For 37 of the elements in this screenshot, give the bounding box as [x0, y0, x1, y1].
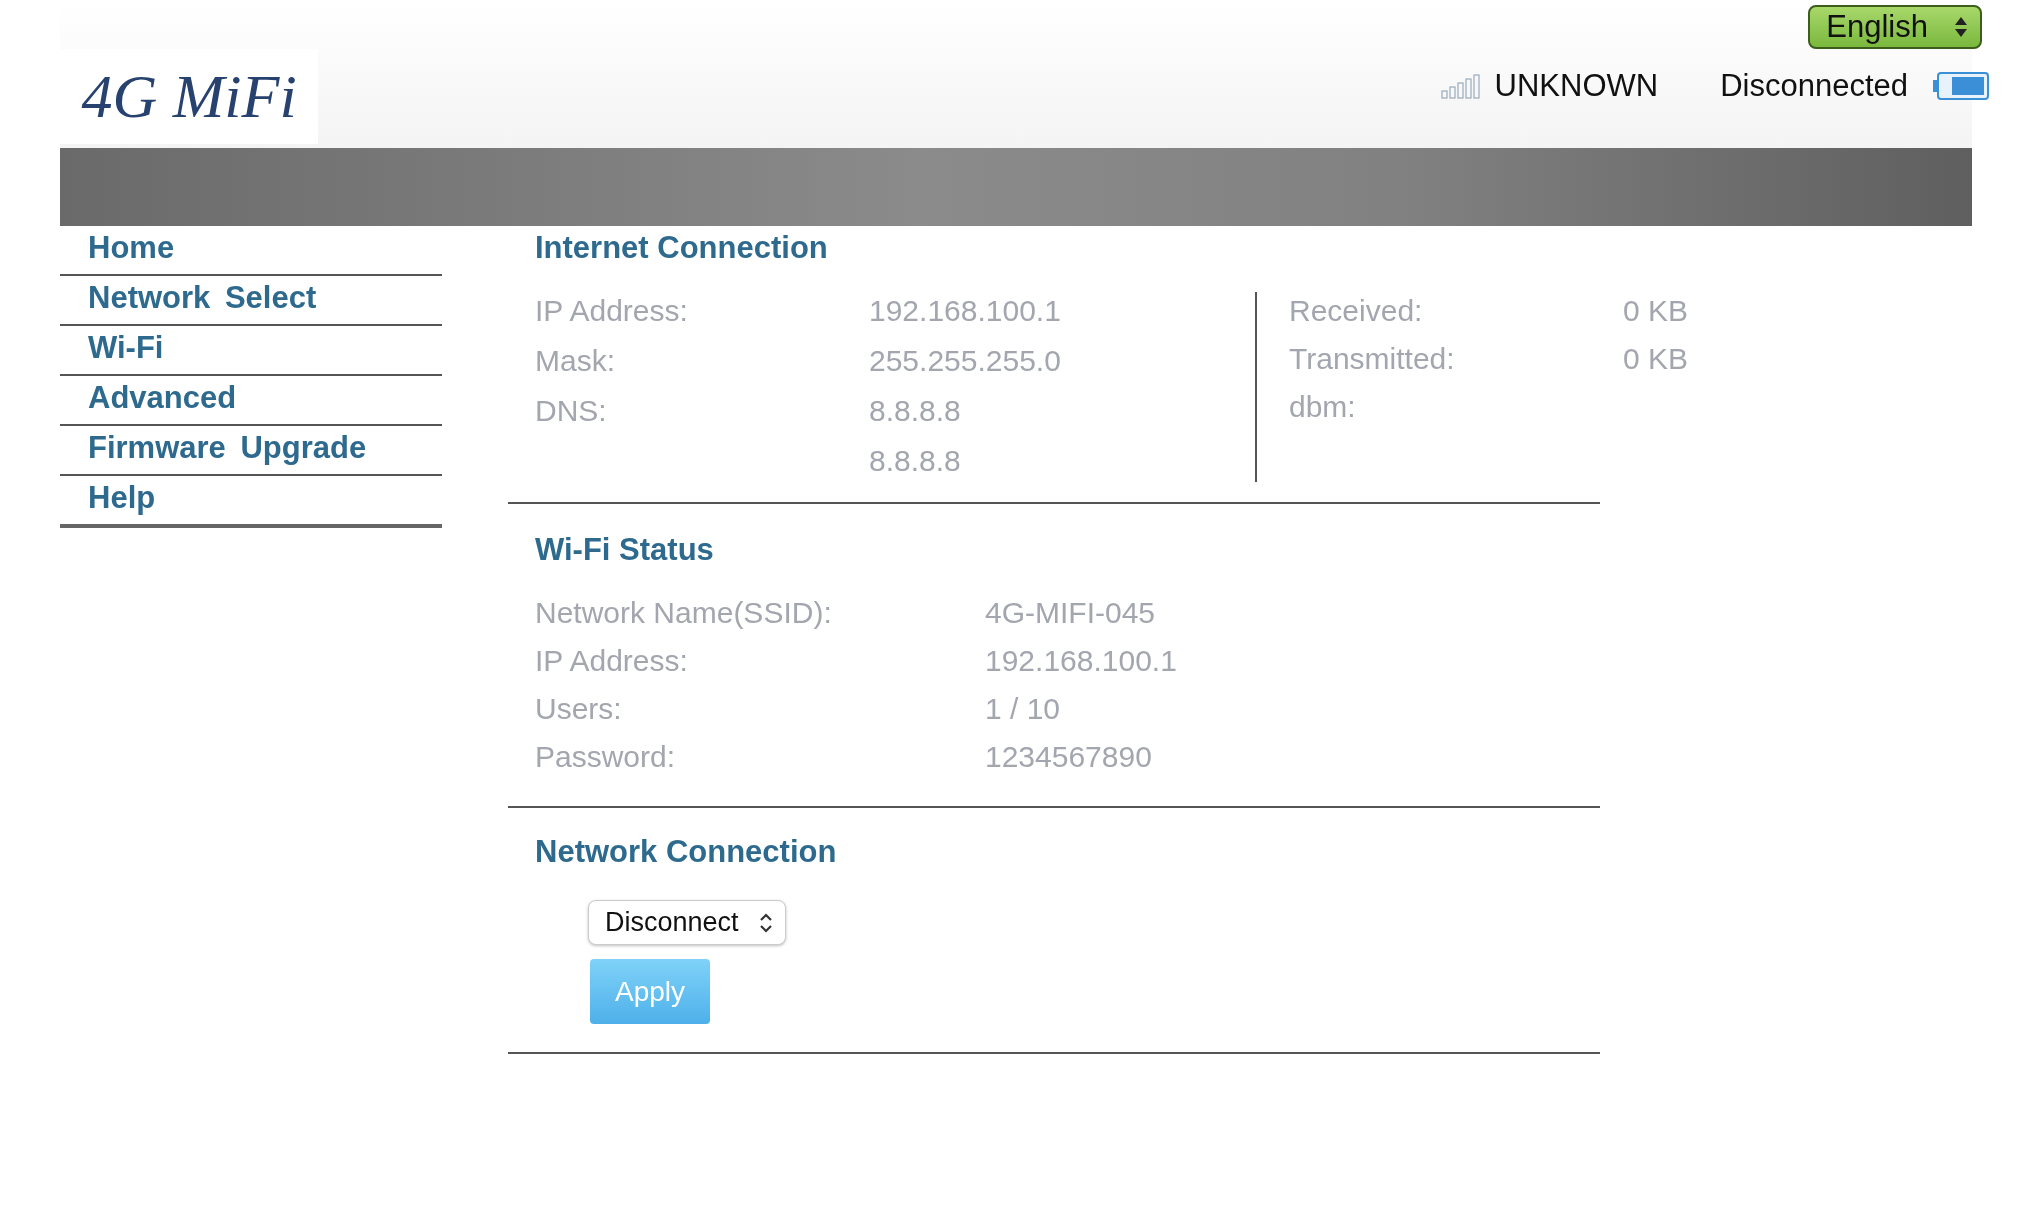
field-label: DNS: [535, 393, 608, 429]
field-value: 4G-MIFI-045 [985, 595, 1157, 631]
field-label: Users: [535, 691, 623, 727]
field-label: Mask: [535, 343, 616, 379]
connection-status: Disconnected [1720, 68, 1908, 104]
field-label: IP Address: [535, 293, 689, 329]
field-value: 192.168.100.1 [869, 293, 1062, 329]
battery-icon [1932, 71, 1990, 101]
select-arrows-icon [1954, 15, 1968, 39]
nav-link[interactable]: Advanced [60, 376, 442, 426]
nav-link[interactable]: Firmware Upgrade [60, 426, 442, 476]
field-value: 1234567890 [985, 739, 1153, 775]
field-label: Password: [535, 739, 677, 775]
language-select[interactable]: English [1808, 5, 1982, 49]
field-label: IP Address: [535, 643, 689, 679]
nav-link[interactable]: Wi-Fi [60, 326, 442, 376]
field-value: 1 / 10 [985, 691, 1062, 727]
signal-status: UNKNOWN [1494, 68, 1659, 104]
logo: 4G MiFi [60, 49, 318, 144]
field-value: 8.8.8.8 [869, 443, 962, 479]
section-title: Network Connection [534, 833, 838, 870]
nav-link[interactable]: Home [60, 226, 442, 276]
section-title: Internet Connection [534, 229, 829, 266]
chevron-updown-icon [758, 911, 773, 934]
field-label: Network Name(SSID): [535, 595, 833, 631]
signal-bars-icon [1440, 73, 1481, 99]
field-label: Transmitted: [1289, 341, 1456, 377]
field-value: 0 KB [1623, 341, 1689, 377]
connection-select[interactable]: Disconnect [588, 900, 786, 945]
section-title: Wi-Fi Status [534, 531, 715, 568]
field-label: Received: [1289, 293, 1424, 329]
field-value: 255.255.255.0 [869, 343, 1062, 379]
nav-link[interactable]: Network Select [60, 276, 442, 326]
field-value: 0 KB [1623, 293, 1689, 329]
field-value: 8.8.8.8 [869, 393, 962, 429]
field-value: 192.168.100.1 [985, 643, 1178, 679]
field-label: dbm: [1289, 389, 1357, 425]
